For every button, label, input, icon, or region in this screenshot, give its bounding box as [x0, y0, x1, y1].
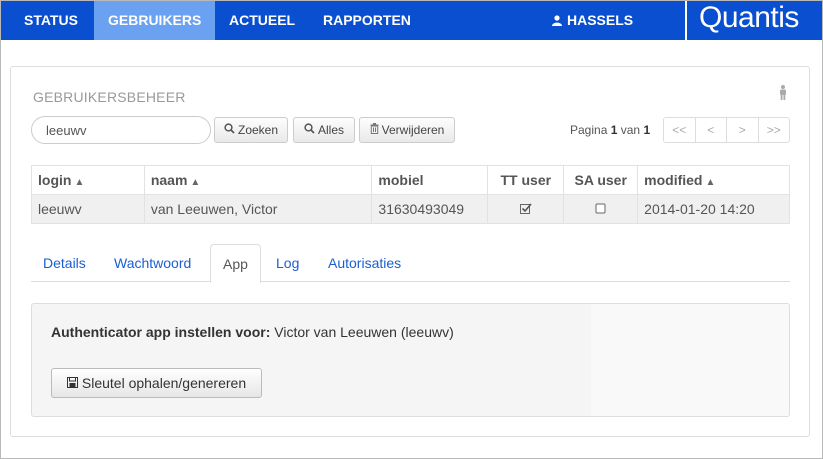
- col-header-sa-user: SA user: [563, 165, 639, 195]
- nav-gebruikers[interactable]: GEBRUIKERS: [94, 0, 215, 40]
- pagination-prefix: Pagina: [570, 123, 608, 137]
- pagination-mid: van: [620, 123, 641, 137]
- brand-name: Quantis: [699, 1, 799, 34]
- last-page-button[interactable]: >>: [758, 118, 789, 142]
- tab-app[interactable]: App: [210, 244, 261, 283]
- fetch-generate-key-button[interactable]: Sleutel ophalen/genereren: [51, 368, 262, 398]
- col-header-modified[interactable]: modified ▲︎: [637, 165, 790, 195]
- search-button[interactable]: Zoeken: [214, 117, 288, 143]
- table-header-row: login ▲︎ naam ▲︎ mobiel TT user SA user mo…: [31, 165, 790, 195]
- search-button-label: Zoeken: [237, 123, 279, 137]
- col-header-label: login: [38, 172, 72, 188]
- user-menu[interactable]: HASSELS: [540, 0, 645, 40]
- panel-title: GEBRUIKERSBEHEER: [33, 89, 186, 105]
- delete-button[interactable]: Verwijderen: [359, 117, 455, 143]
- col-header-label: modified: [644, 172, 703, 188]
- tab-wachtwoord[interactable]: Wachtwoord: [102, 244, 203, 282]
- all-button-label: Alles: [317, 123, 344, 137]
- table-row[interactable]: leeuwv van Leeuwen, Victor 31630493049 2…: [31, 194, 790, 224]
- pagination-label: Pagina 1 van 1: [570, 123, 650, 137]
- sort-icon: ▲︎: [74, 177, 85, 188]
- next-page-button[interactable]: >: [727, 118, 759, 142]
- first-page-button[interactable]: <<: [664, 118, 696, 142]
- empty-checkbox-icon: [595, 201, 606, 217]
- user-management-panel: GEBRUIKERSBEHEER Zoeken Alles Verwijdere…: [10, 66, 810, 437]
- col-header-label: naam: [150, 172, 188, 188]
- sort-icon: ▲︎: [190, 177, 201, 188]
- nav-rapporten[interactable]: RAPPORTEN: [309, 0, 425, 40]
- user-icon: [552, 12, 567, 28]
- search-input[interactable]: [31, 116, 211, 144]
- tab-log[interactable]: Log: [264, 244, 311, 282]
- all-button[interactable]: Alles: [293, 117, 355, 143]
- cell-tt-user: [487, 194, 565, 224]
- top-navbar: STATUS GEBRUIKERS ACTUEEL RAPPORTEN HASS…: [0, 0, 823, 40]
- col-header-label: mobiel: [378, 172, 424, 188]
- save-icon: [66, 375, 78, 391]
- col-header-label: TT user: [500, 172, 552, 188]
- search-icon: [304, 123, 315, 137]
- nav-actueel[interactable]: ACTUEEL: [215, 0, 309, 40]
- cell-naam: van Leeuwen, Victor: [143, 194, 373, 224]
- app-settings-pane: Authenticator app instellen voor: Victor…: [31, 303, 790, 417]
- sort-icon: ▲︎: [705, 177, 716, 188]
- app-settings-heading: Authenticator app instellen voor: Victor…: [51, 324, 454, 340]
- brand-logo: Quantis: [685, 0, 823, 40]
- pagination-current: 1: [610, 123, 618, 137]
- app-settings-user: Victor van Leeuwen (leeuwv): [274, 324, 454, 340]
- delete-button-label: Verwijderen: [381, 123, 445, 137]
- cell-modified: 2014-01-20 14:20: [637, 194, 790, 224]
- tab-autorisaties[interactable]: Autorisaties: [316, 244, 413, 282]
- person-icon[interactable]: [779, 85, 787, 105]
- cell-login: leeuwv: [31, 194, 145, 224]
- tab-details[interactable]: Details: [31, 244, 98, 282]
- users-table: login ▲︎ naam ▲︎ mobiel TT user SA user mo…: [31, 165, 790, 224]
- col-header-login[interactable]: login ▲︎: [31, 165, 145, 195]
- cell-sa-user: [563, 194, 639, 224]
- trash-icon: [370, 123, 379, 137]
- pagination-controls: << < > >>: [663, 117, 790, 143]
- detail-tabs: Details Wachtwoord App Log Autorisaties: [31, 244, 790, 283]
- col-header-label: SA user: [574, 172, 627, 188]
- key-button-label: Sleutel ophalen/genereren: [81, 375, 247, 391]
- nav-status[interactable]: STATUS: [10, 0, 92, 40]
- prev-page-button[interactable]: <: [695, 118, 727, 142]
- cell-mobiel: 31630493049: [371, 194, 489, 224]
- app-settings-label: Authenticator app instellen voor:: [51, 324, 271, 340]
- col-header-mobiel: mobiel: [371, 165, 489, 195]
- col-header-tt-user: TT user: [487, 165, 565, 195]
- pagination-total: 1: [643, 123, 651, 137]
- pane-side-area: [591, 304, 789, 416]
- user-name: HASSELS: [567, 12, 634, 28]
- checked-checkbox-icon: [519, 201, 532, 217]
- col-header-naam[interactable]: naam ▲︎: [143, 165, 373, 195]
- search-icon: [224, 123, 235, 137]
